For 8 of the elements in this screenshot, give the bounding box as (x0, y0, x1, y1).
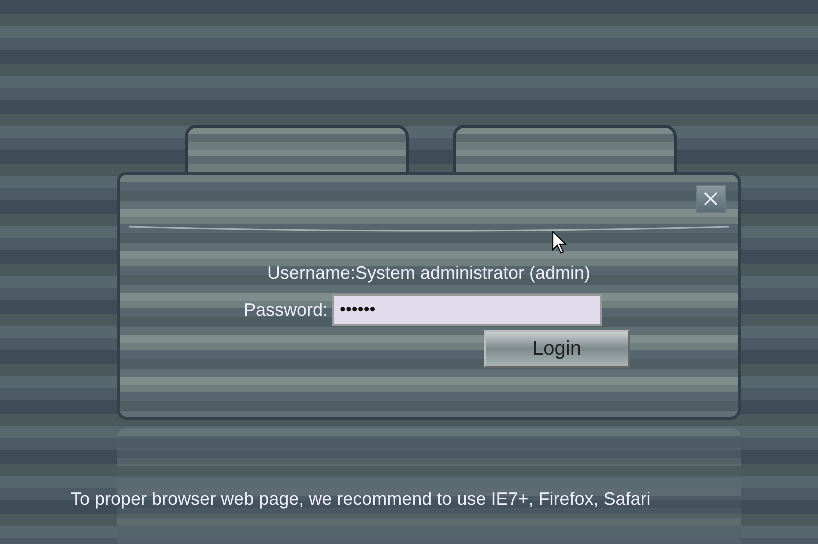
login-button[interactable]: Login (484, 330, 630, 368)
password-label: Password: (244, 300, 328, 320)
close-button[interactable] (696, 185, 726, 213)
browser-notice: To proper browser web page, we recommend to use IE7+, Firefox, Safari (71, 489, 651, 510)
username-label: Username:System administrator (admin) (267, 263, 591, 284)
cursor-icon (552, 231, 568, 255)
close-icon (703, 191, 719, 207)
password-field[interactable]: •••••• (332, 294, 602, 326)
